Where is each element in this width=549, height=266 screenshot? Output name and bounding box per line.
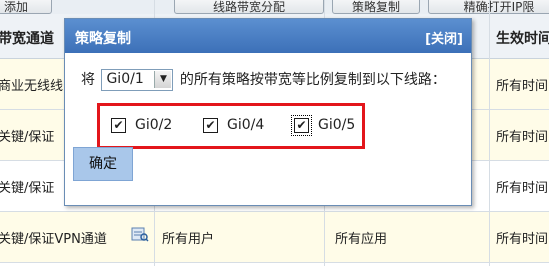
cell-channel: 关键/保证 bbox=[0, 130, 55, 145]
cell-channel: 商业无线线 bbox=[0, 79, 64, 94]
copy-instruction: 将 Gi0/1 ▼ 的所有策略按带宽等比例复制到以下线路： bbox=[81, 69, 446, 91]
checkbox-label-gi0-2: Gi0/2 bbox=[135, 117, 173, 133]
dialog-title: 策略复制 bbox=[75, 31, 131, 47]
cell-app: 所有应用 bbox=[335, 232, 388, 247]
cell-channel: 关键/保证VPN通道 bbox=[0, 232, 107, 247]
checkbox-gi0-4[interactable]: ✔ bbox=[203, 118, 218, 133]
cell-channel: 关键/保证 bbox=[0, 181, 55, 196]
table-row[interactable]: 关键/保证VPN通道 所有用户 所有应用 所有时间 bbox=[0, 212, 549, 263]
cell-time: 所有时间 bbox=[496, 130, 549, 145]
details-icon[interactable] bbox=[131, 226, 149, 242]
source-line-select[interactable]: Gi0/1 ▼ bbox=[101, 69, 174, 91]
ok-button[interactable]: 确定 bbox=[73, 147, 133, 181]
toolbar-button-1[interactable]: 添加 bbox=[0, 0, 52, 14]
policy-copy-dialog: 策略复制 [关闭] 将 Gi0/1 ▼ 的所有策略按带宽等比例复制到以下线路： … bbox=[64, 18, 472, 206]
header-effective-time: 生效时间 bbox=[496, 31, 549, 47]
cell-time: 所有时间 bbox=[496, 79, 549, 94]
header-channel: 带宽通道 bbox=[0, 31, 54, 47]
checkbox-gi0-5[interactable]: ✔ bbox=[291, 115, 312, 136]
toolbar-button-2[interactable]: 线路带宽分配 bbox=[174, 0, 324, 14]
checkbox-gi0-2[interactable]: ✔ bbox=[111, 118, 126, 133]
dialog-title-bar: 策略复制 [关闭] bbox=[65, 19, 471, 53]
cell-time: 所有时间 bbox=[496, 181, 549, 196]
toolbar-button-3[interactable]: 策略复制 bbox=[332, 0, 420, 14]
column-divider bbox=[489, 0, 490, 266]
toolbar: 添加 线路带宽分配 策略复制 精确打开IP限 bbox=[0, 0, 549, 14]
cell-user: 所有用户 bbox=[162, 232, 215, 247]
source-line-value: Gi0/1 bbox=[106, 71, 144, 87]
checkbox-label-gi0-4: Gi0/4 bbox=[227, 117, 265, 133]
prefix-text: 将 bbox=[81, 72, 95, 88]
close-button[interactable]: [关闭] bbox=[425, 28, 463, 47]
chevron-down-icon[interactable]: ▼ bbox=[154, 71, 172, 88]
checkbox-label-gi0-5: Gi0/5 bbox=[318, 117, 356, 133]
cell-time: 所有时间 bbox=[496, 232, 549, 247]
suffix-text: 的所有策略按带宽等比例复制到以下线路： bbox=[179, 72, 446, 88]
